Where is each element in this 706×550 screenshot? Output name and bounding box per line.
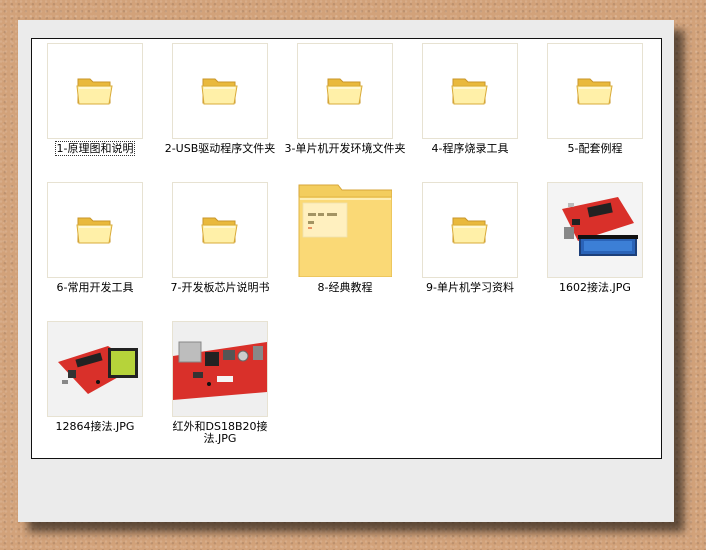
thumbnail [47, 321, 143, 417]
file-label: 1602接法.JPG [559, 281, 631, 294]
file-label: 5-配套例程 [567, 142, 623, 155]
thumbnail [547, 43, 643, 139]
file-label: 红外和DS18B20接法.JPG [172, 420, 268, 445]
thumbnail [47, 182, 143, 278]
folder-icon [451, 78, 488, 105]
thumbnail [297, 43, 393, 139]
file-label: 4-程序烧录工具 [431, 142, 509, 155]
file-label: 7-开发板芯片说明书 [170, 281, 270, 294]
thumbnail [422, 43, 518, 139]
thumbnail [172, 182, 268, 278]
thumbnail [297, 182, 393, 278]
board-photo-infrared-ds18b20-image [173, 322, 267, 416]
thumbnail [422, 182, 518, 278]
file-label: 6-常用开发工具 [56, 281, 134, 294]
board-photo-1602-image [548, 183, 642, 277]
folder-icon [76, 217, 113, 244]
folder-preview-icon [298, 184, 392, 277]
photo-frame-card: 1-原理图和说明 2-USB驱动程序文件夹 3-单片机开发环境文件夹 4-程序烧… [18, 20, 674, 522]
file-explorer-window: 1-原理图和说明 2-USB驱动程序文件夹 3-单片机开发环境文件夹 4-程序烧… [31, 38, 662, 459]
thumbnail [47, 43, 143, 139]
file-label: 12864接法.JPG [55, 420, 135, 433]
file-label: 8-经典教程 [317, 281, 373, 294]
file-label: 2-USB驱动程序文件夹 [164, 142, 276, 155]
folder-icon [451, 217, 488, 244]
thumbnail [172, 321, 268, 417]
folder-icon [326, 78, 363, 105]
file-label: 9-单片机学习资料 [426, 281, 514, 294]
file-label: 1-原理图和说明 [54, 141, 136, 156]
thumbnail [172, 43, 268, 139]
folder-icon [201, 217, 238, 244]
thumbnail [547, 182, 643, 278]
file-label: 3-单片机开发环境文件夹 [284, 142, 406, 155]
folder-icon [76, 78, 113, 105]
folder-icon [201, 78, 238, 105]
folder-icon [576, 78, 613, 105]
board-photo-12864-image [48, 322, 142, 416]
